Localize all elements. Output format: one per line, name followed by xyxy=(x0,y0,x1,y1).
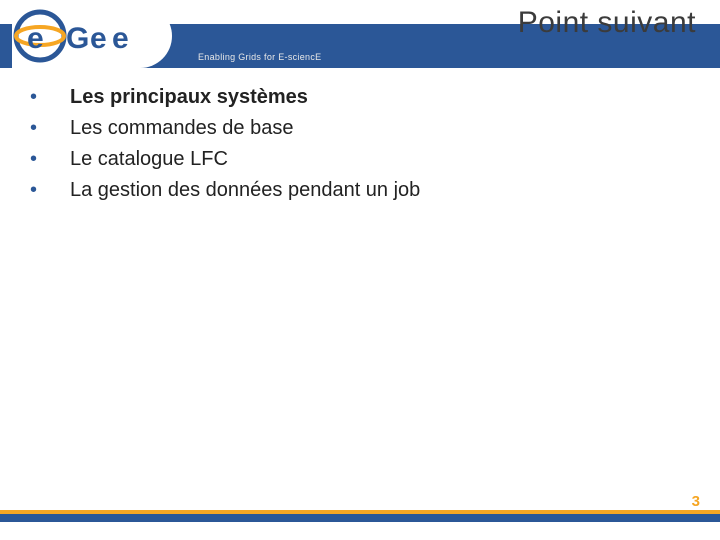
bullet-text: Les principaux systèmes xyxy=(70,84,308,111)
bullet-dot-icon: • xyxy=(24,115,70,142)
egee-logo: G e e e xyxy=(12,8,162,64)
svg-text:e: e xyxy=(112,22,129,55)
bullet-text: Le catalogue LFC xyxy=(70,146,228,173)
slide: G e e e Point suivant Enabling Grids for… xyxy=(0,0,720,540)
svg-text:G: G xyxy=(66,22,89,55)
svg-text:e: e xyxy=(27,22,44,55)
svg-text:e: e xyxy=(90,22,107,55)
bullet-dot-icon: • xyxy=(24,146,70,173)
bullet-item: • La gestion des données pendant un job xyxy=(24,177,696,204)
egee-logo-icon: G e e e xyxy=(12,8,162,64)
bullet-item: • Les commandes de base xyxy=(24,115,696,142)
bullet-text: La gestion des données pendant un job xyxy=(70,177,420,204)
slide-title: Point suivant xyxy=(518,6,696,40)
bullet-item: • Le catalogue LFC xyxy=(24,146,696,173)
page-number: 3 xyxy=(692,493,700,510)
bullet-dot-icon: • xyxy=(24,84,70,111)
bullet-text: Les commandes de base xyxy=(70,115,293,142)
brand-tagline: Enabling Grids for E-sciencE xyxy=(198,52,321,62)
footer-band xyxy=(0,514,720,522)
content-area: • Les principaux systèmes • Les commande… xyxy=(24,84,696,208)
bullet-item: • Les principaux systèmes xyxy=(24,84,696,111)
bullet-dot-icon: • xyxy=(24,177,70,204)
logo-container: G e e e xyxy=(12,4,172,68)
